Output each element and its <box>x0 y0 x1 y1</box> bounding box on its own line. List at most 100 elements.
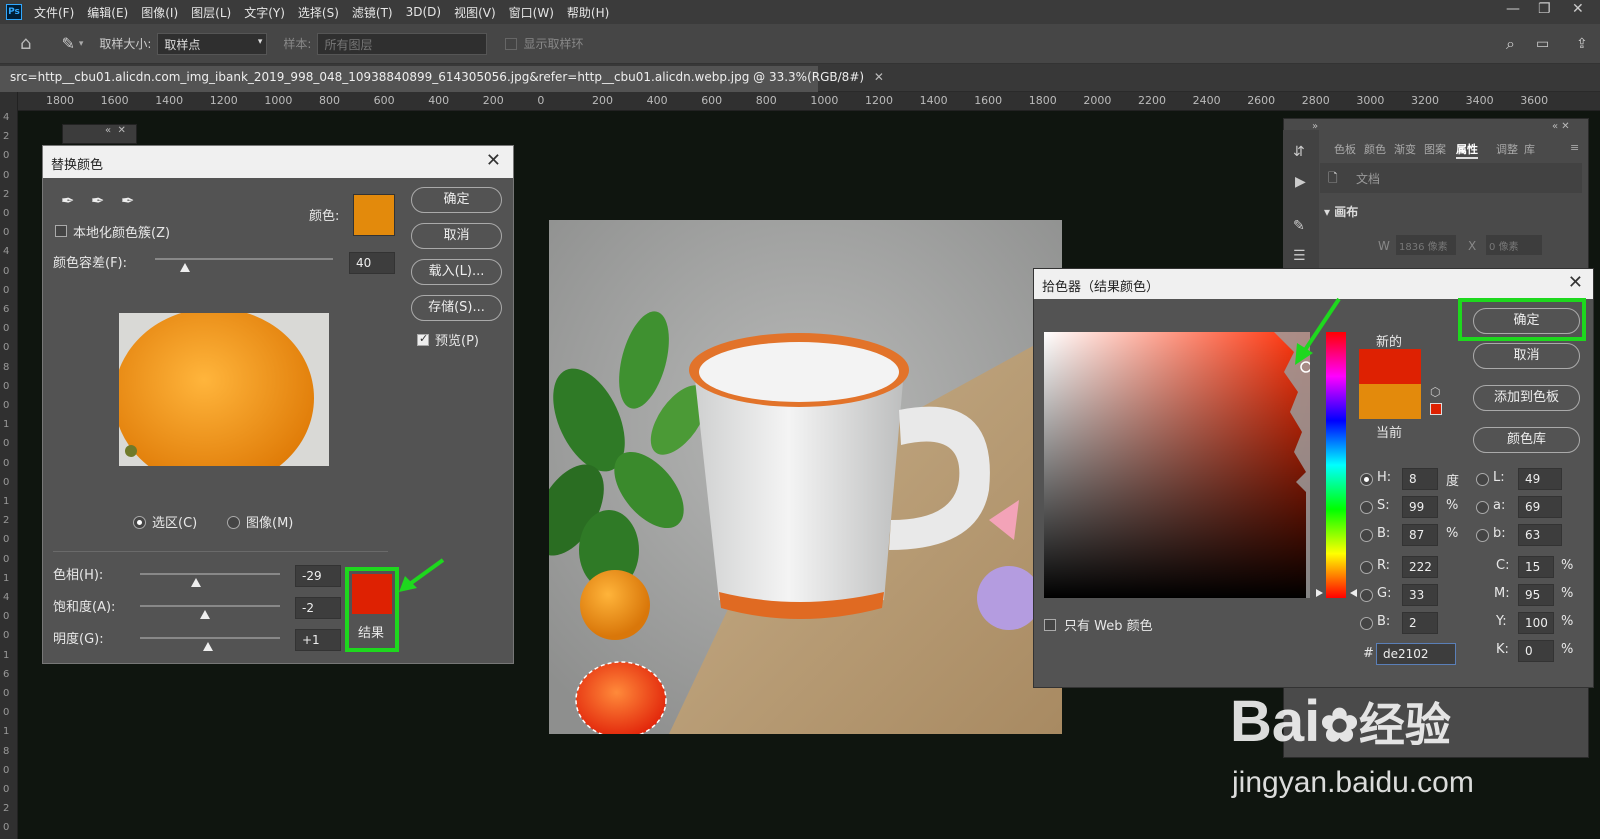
c-input[interactable]: 15 <box>1518 556 1554 578</box>
menu-filter[interactable]: 滤镜(T) <box>352 4 393 21</box>
s-radio[interactable] <box>1360 501 1373 514</box>
brightness-input[interactable]: 87 <box>1402 524 1438 546</box>
ok-button[interactable]: 确定 <box>1473 308 1580 334</box>
close-window-icon[interactable]: ✕ <box>1572 1 1584 17</box>
panel-collapse-icon[interactable]: « ✕ <box>1552 121 1570 132</box>
close-icon[interactable]: ✕ <box>1568 272 1583 293</box>
restore-icon[interactable]: ❐ <box>1538 1 1551 17</box>
saturation-thumb[interactable] <box>200 610 210 619</box>
eyedropper-tool-icon[interactable]: ✎ <box>61 34 74 53</box>
out-of-gamut-swatch[interactable] <box>1430 403 1442 415</box>
eyedropper-icon[interactable]: ✒ <box>61 191 74 210</box>
menu-type[interactable]: 文字(Y) <box>244 4 285 21</box>
hue-strip[interactable] <box>1326 332 1346 598</box>
g-radio[interactable] <box>1360 589 1373 602</box>
home-icon[interactable]: ⌂ <box>20 33 31 54</box>
lightness-input[interactable]: +1 <box>295 629 341 651</box>
h-input[interactable]: 8 <box>1402 468 1438 490</box>
panel-collapse-bar[interactable]: « ✕ <box>62 124 137 144</box>
current-color-swatch[interactable] <box>1359 384 1421 419</box>
menu-image[interactable]: 图像(I) <box>141 4 178 21</box>
web-only-checkbox[interactable] <box>1044 619 1056 631</box>
canvas-image[interactable] <box>549 220 1062 734</box>
ok-button[interactable]: 确定 <box>411 187 502 213</box>
lab-a-input[interactable]: 69 <box>1518 496 1562 518</box>
tab-swatches[interactable]: 色板 <box>1334 141 1356 157</box>
lab-a-radio[interactable] <box>1476 501 1489 514</box>
brightness-radio[interactable] <box>1360 529 1373 542</box>
color-swatch[interactable] <box>353 194 395 236</box>
minimize-icon[interactable]: — <box>1506 1 1520 17</box>
tab-patterns[interactable]: 图案 <box>1424 141 1446 157</box>
result-swatch[interactable] <box>352 574 392 614</box>
menu-help[interactable]: 帮助(H) <box>567 4 609 21</box>
hue-pointer-left[interactable] <box>1316 589 1323 597</box>
sample-select[interactable]: 所有图层 <box>317 32 488 55</box>
image-radio[interactable] <box>227 516 240 529</box>
tab-properties[interactable]: 属性 <box>1456 141 1478 159</box>
menu-3d[interactable]: 3D(D) <box>406 5 441 19</box>
selection-radio[interactable] <box>133 516 146 529</box>
blue-radio[interactable] <box>1360 617 1373 630</box>
r-radio[interactable] <box>1360 561 1373 574</box>
hue-input[interactable]: -29 <box>295 565 341 587</box>
add-to-swatches-button[interactable]: 添加到色板 <box>1473 385 1580 411</box>
color-field[interactable] <box>1044 332 1310 598</box>
h-radio[interactable] <box>1360 473 1373 486</box>
fuzziness-input[interactable]: 40 <box>349 252 395 274</box>
hue-slider[interactable] <box>140 573 280 575</box>
r-input[interactable]: 222 <box>1402 556 1438 578</box>
lab-b-input[interactable]: 63 <box>1518 524 1562 546</box>
hue-thumb[interactable] <box>191 578 201 587</box>
search-icon[interactable]: ⌕ <box>1506 34 1515 54</box>
menu-window[interactable]: 窗口(W) <box>509 4 554 21</box>
panel-menu-icon[interactable]: ≡ <box>1570 141 1579 154</box>
document-tab[interactable]: src=http__cbu01.alicdn.com_img_ibank_201… <box>0 66 884 92</box>
close-tab-icon[interactable]: ✕ <box>874 70 884 84</box>
menu-layer[interactable]: 图层(L) <box>191 4 231 21</box>
hue-pointer-right[interactable] <box>1350 589 1357 597</box>
show-ring-checkbox[interactable] <box>505 37 518 50</box>
cancel-button[interactable]: 取消 <box>411 223 502 249</box>
k-input[interactable]: 0 <box>1518 640 1554 662</box>
localized-checkbox[interactable] <box>55 225 67 237</box>
tab-gradients[interactable]: 渐变 <box>1394 141 1416 157</box>
lightness-thumb[interactable] <box>203 642 213 651</box>
eyedropper-subtract-icon[interactable]: ✒ <box>121 191 134 210</box>
hex-input[interactable]: de2102 <box>1376 643 1456 665</box>
tab-libraries[interactable]: 库 <box>1524 141 1535 157</box>
save-button[interactable]: 存储(S)... <box>411 295 502 321</box>
blue-input[interactable]: 2 <box>1402 612 1438 634</box>
close-icon[interactable]: ✕ <box>486 150 501 171</box>
tab-color[interactable]: 颜色 <box>1364 141 1386 157</box>
load-button[interactable]: 载入(L)... <box>411 259 502 285</box>
x-input[interactable]: 0 像素 <box>1486 235 1542 255</box>
s-input[interactable]: 99 <box>1402 496 1438 518</box>
workspace-icon[interactable]: ▭ <box>1536 36 1549 52</box>
share-icon[interactable]: ⇪ <box>1576 36 1588 52</box>
lab-b-radio[interactable] <box>1476 529 1489 542</box>
cancel-button[interactable]: 取消 <box>1473 343 1580 369</box>
lab-l-radio[interactable] <box>1476 473 1489 486</box>
menu-edit[interactable]: 编辑(E) <box>87 4 128 21</box>
eyedropper-add-icon[interactable]: ✒ <box>91 191 104 210</box>
menu-file[interactable]: 文件(F) <box>34 4 74 21</box>
fuzziness-thumb[interactable] <box>180 263 191 272</box>
menu-select[interactable]: 选择(S) <box>298 4 339 21</box>
sample-size-select[interactable]: 取样点 ▾ <box>157 32 268 55</box>
menu-view[interactable]: 视图(V) <box>454 4 496 21</box>
gamut-cube-icon[interactable]: ⬡ <box>1430 385 1440 399</box>
saturation-input[interactable]: -2 <box>295 597 341 619</box>
play-icon[interactable]: ▶ <box>1295 174 1306 190</box>
width-input[interactable]: 1836 像素 <box>1396 235 1456 255</box>
fuzziness-slider[interactable] <box>155 258 333 260</box>
y-input[interactable]: 100 <box>1518 612 1554 634</box>
preview-checkbox[interactable] <box>417 332 429 346</box>
chevron-down-icon[interactable]: ▾ <box>79 39 84 49</box>
lab-l-input[interactable]: 49 <box>1518 468 1562 490</box>
lightness-slider[interactable] <box>140 637 280 639</box>
tab-adjustments[interactable]: 调整 <box>1496 141 1518 157</box>
canvas-section-title[interactable]: ▾ 画布 <box>1324 203 1358 220</box>
g-input[interactable]: 33 <box>1402 584 1438 606</box>
m-input[interactable]: 95 <box>1518 584 1554 606</box>
